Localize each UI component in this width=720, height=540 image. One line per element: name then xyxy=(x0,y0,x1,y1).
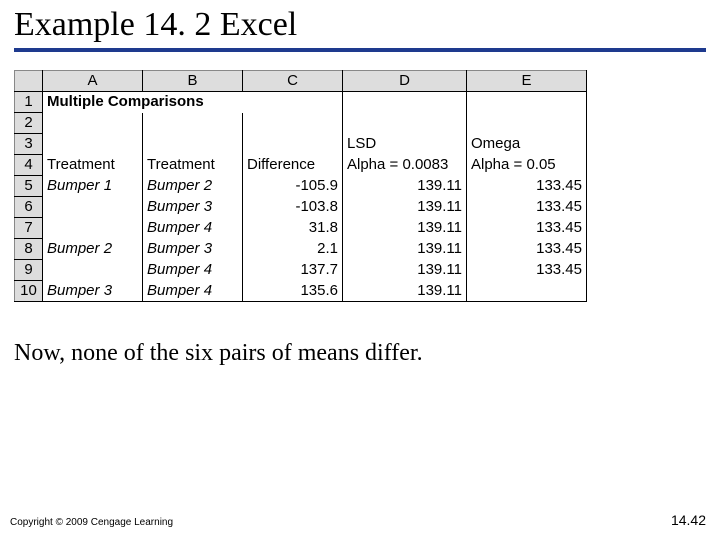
row-8: 8 Bumper 2 Bumper 3 2.1 139.11 133.45 xyxy=(15,239,587,260)
cell-C6: -103.8 xyxy=(243,197,343,218)
cell xyxy=(43,197,143,218)
cell-D4: Alpha = 0.0083 xyxy=(343,155,467,176)
copyright-text: Copyright © 2009 Cengage Learning xyxy=(10,517,173,528)
cell xyxy=(343,113,467,134)
cell-C10: 135.6 xyxy=(243,281,343,302)
row-1: 1 Multiple Comparisons xyxy=(15,92,587,113)
row-label: 8 xyxy=(15,239,43,260)
row-label: 1 xyxy=(15,92,43,113)
row-label: 4 xyxy=(15,155,43,176)
cell-B9: Bumper 4 xyxy=(143,260,243,281)
cell-D6: 139.11 xyxy=(343,197,467,218)
col-A: A xyxy=(43,71,143,92)
caption-text: Now, none of the six pairs of means diff… xyxy=(14,340,423,367)
cell-E4: Alpha = 0.05 xyxy=(467,155,587,176)
row-label: 6 xyxy=(15,197,43,218)
col-D: D xyxy=(343,71,467,92)
cell-E6: 133.45 xyxy=(467,197,587,218)
page-number: 14.42 xyxy=(671,512,706,528)
cell-C5: -105.9 xyxy=(243,176,343,197)
cell-E10 xyxy=(467,281,587,302)
row-3: 3 LSD Omega xyxy=(15,134,587,155)
cell-C1 xyxy=(243,92,343,113)
row-label: 5 xyxy=(15,176,43,197)
col-header-row: A B C D E xyxy=(15,71,587,92)
cell-A1: Multiple Comparisons xyxy=(43,92,243,113)
cell-D1 xyxy=(343,92,467,113)
cell-E1 xyxy=(467,92,587,113)
cell xyxy=(143,134,243,155)
cell xyxy=(43,218,143,239)
cell-B7: Bumper 4 xyxy=(143,218,243,239)
cell-D9: 139.11 xyxy=(343,260,467,281)
cell-B10: Bumper 4 xyxy=(143,281,243,302)
cell-C4: Difference xyxy=(243,155,343,176)
cell-E3: Omega xyxy=(467,134,587,155)
cell xyxy=(43,260,143,281)
cell-E5: 133.45 xyxy=(467,176,587,197)
cell-D5: 139.11 xyxy=(343,176,467,197)
cell-B5: Bumper 2 xyxy=(143,176,243,197)
cell-B4: Treatment xyxy=(143,155,243,176)
row-9: 9 Bumper 4 137.7 139.11 133.45 xyxy=(15,260,587,281)
cell-A5: Bumper 1 xyxy=(43,176,143,197)
cell-C7: 31.8 xyxy=(243,218,343,239)
cell-E7: 133.45 xyxy=(467,218,587,239)
corner-cell xyxy=(15,71,43,92)
row-2: 2 xyxy=(15,113,587,134)
cell-C9: 137.7 xyxy=(243,260,343,281)
row-7: 7 Bumper 4 31.8 139.11 133.45 xyxy=(15,218,587,239)
row-5: 5 Bumper 1 Bumper 2 -105.9 139.11 133.45 xyxy=(15,176,587,197)
col-E: E xyxy=(467,71,587,92)
cell-E9: 133.45 xyxy=(467,260,587,281)
cell-D7: 139.11 xyxy=(343,218,467,239)
row-4: 4 Treatment Treatment Difference Alpha =… xyxy=(15,155,587,176)
cell-B6: Bumper 3 xyxy=(143,197,243,218)
cell-A4: Treatment xyxy=(43,155,143,176)
slide-title: Example 14. 2 Excel xyxy=(0,0,720,48)
row-label: 7 xyxy=(15,218,43,239)
cell-B8: Bumper 3 xyxy=(143,239,243,260)
col-C: C xyxy=(243,71,343,92)
cell-D3: LSD xyxy=(343,134,467,155)
cell xyxy=(467,113,587,134)
cell-D8: 139.11 xyxy=(343,239,467,260)
row-6: 6 Bumper 3 -103.8 139.11 133.45 xyxy=(15,197,587,218)
row-label: 2 xyxy=(15,113,43,134)
cell xyxy=(243,113,343,134)
cell xyxy=(43,113,143,134)
spreadsheet: A B C D E 1 Multiple Comparisons 2 3 LSD xyxy=(14,70,587,302)
cell-A10: Bumper 3 xyxy=(43,281,143,302)
cell xyxy=(43,134,143,155)
cell-D10: 139.11 xyxy=(343,281,467,302)
row-label: 3 xyxy=(15,134,43,155)
title-underline xyxy=(14,48,706,52)
row-label: 9 xyxy=(15,260,43,281)
cell xyxy=(243,134,343,155)
cell-E8: 133.45 xyxy=(467,239,587,260)
cell-C8: 2.1 xyxy=(243,239,343,260)
cell xyxy=(143,113,243,134)
cell-A8: Bumper 2 xyxy=(43,239,143,260)
col-B: B xyxy=(143,71,243,92)
row-label: 10 xyxy=(15,281,43,302)
row-10: 10 Bumper 3 Bumper 4 135.6 139.11 xyxy=(15,281,587,302)
slide: Example 14. 2 Excel A B C D E 1 Multiple… xyxy=(0,0,720,540)
excel-table: A B C D E 1 Multiple Comparisons 2 3 LSD xyxy=(14,70,586,302)
